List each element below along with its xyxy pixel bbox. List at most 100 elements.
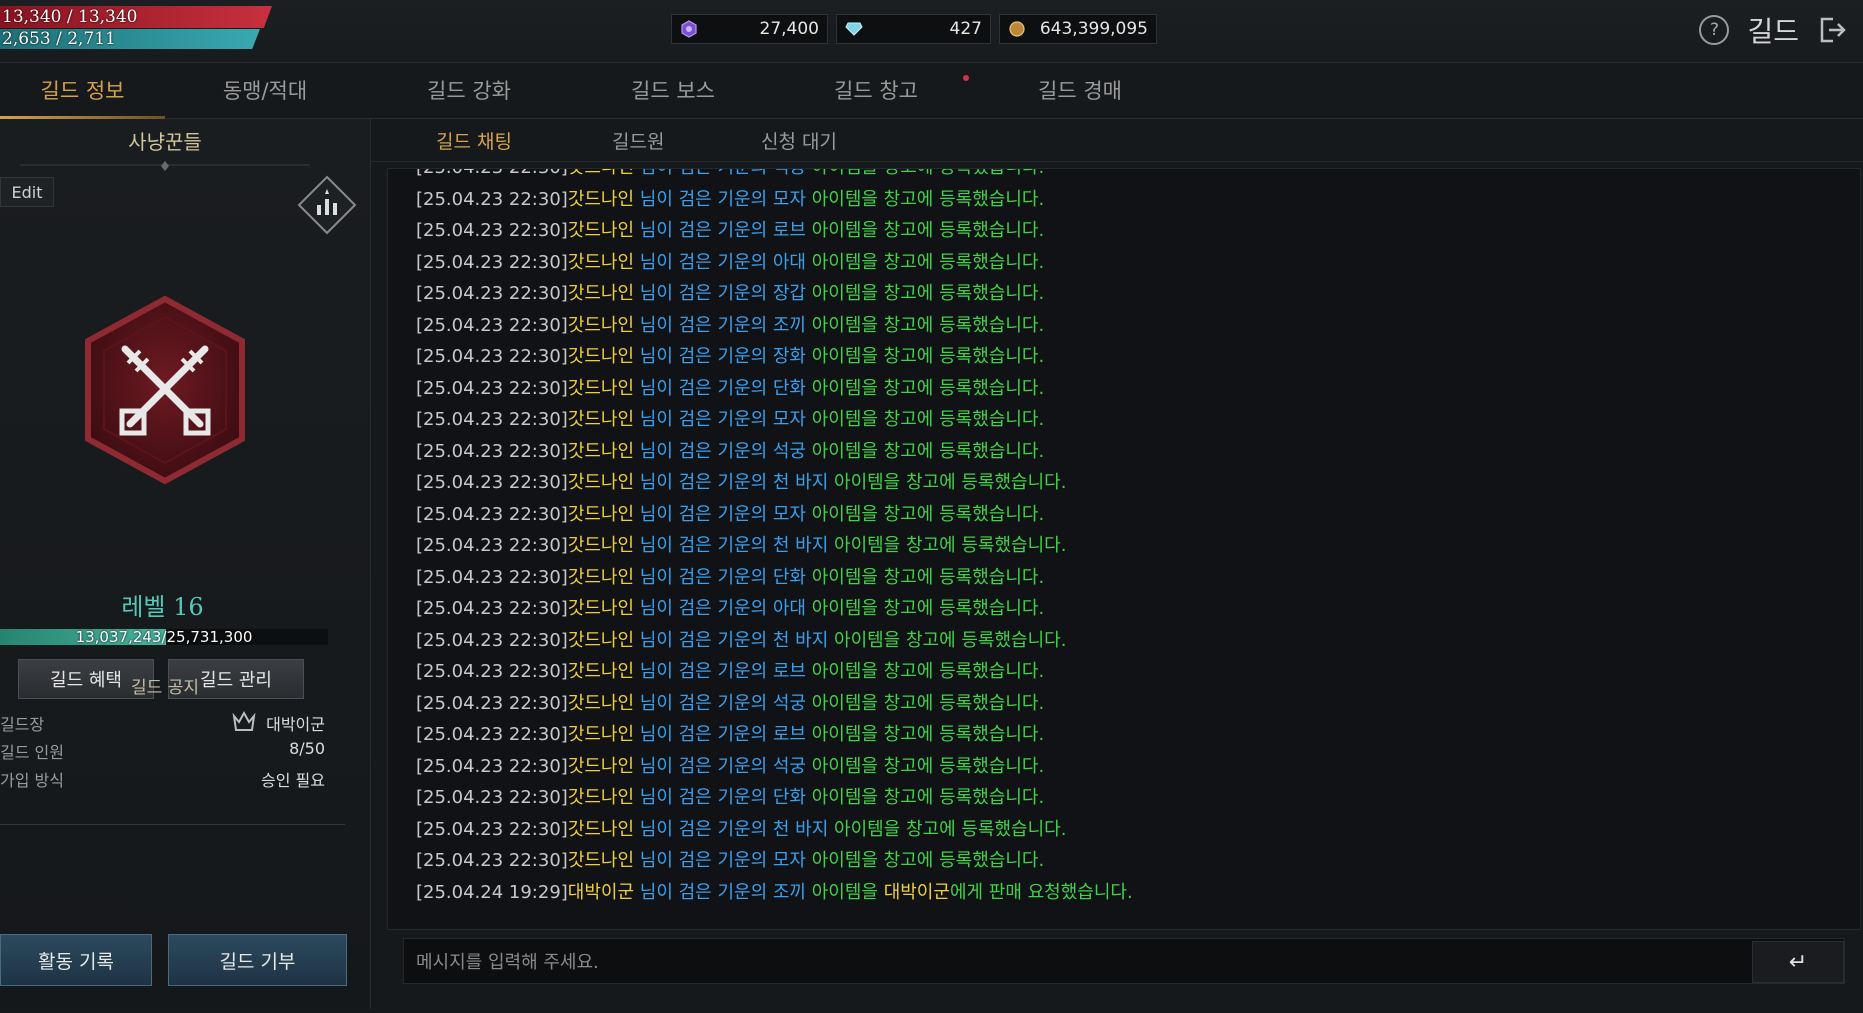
chat-input[interactable] — [414, 939, 1718, 985]
chat-timestamp: [25.04.23 22:30] — [416, 692, 568, 714]
chat-item-name: 검은 기운의 석궁 — [678, 692, 806, 714]
chat-timestamp: [25.04.23 22:30] — [416, 724, 568, 745]
chat-sender: 대박이군 — [567, 881, 635, 903]
chat-message-text: 아이템을 창고에 등록했습니다. — [828, 472, 1067, 493]
chat-sender: 갓드나인 — [567, 188, 635, 210]
chat-timestamp: [25.04.23 22:30] — [416, 755, 568, 777]
tab-guild-boss[interactable]: 길드 보스 — [573, 62, 773, 118]
chat-sender: 갓드나인 — [567, 661, 635, 682]
info-key: 길드 인원 — [0, 743, 64, 762]
subtab-guild-chat[interactable]: 길드 채팅 — [436, 119, 512, 161]
info-row-members: 길드 인원 8/50 — [0, 739, 325, 765]
chat-sender: 갓드나인 — [567, 598, 635, 619]
chat-timestamp: [25.04.23 22:30] — [416, 377, 568, 399]
main-tabs: 길드 정보 동맹/적대 길드 강화 길드 보스 길드 창고 길드 경매 — [0, 62, 1863, 119]
guild-exp-text: 13,037,243/25,731,300 — [75, 628, 253, 646]
tab-guild-storage[interactable]: 길드 창고 — [776, 62, 976, 118]
chat-message: [25.04.23 22:30]갓드나인 님이 검은 기운의 로브 아이템을 창… — [416, 656, 1133, 688]
chat-timestamp: [25.04.23 22:30] — [416, 188, 568, 210]
chat-particle: 님이 — [634, 377, 679, 399]
chat-timestamp: [25.04.23 22:30] — [416, 472, 568, 493]
chat-message: [25.04.23 22:30]갓드나인 님이 검은 기운의 석궁 아이템을 창… — [416, 169, 1133, 184]
notification-dot — [963, 75, 969, 81]
send-button[interactable]: ↵ — [1752, 941, 1844, 983]
chat-timestamp: [25.04.23 22:30] — [416, 440, 568, 462]
chat-item-name: 검은 기운의 조끼 — [678, 314, 806, 336]
chat-timestamp: [25.04.23 22:30] — [416, 629, 568, 651]
chat-item-name: 검은 기운의 석궁 — [678, 755, 806, 777]
chat-lines: [25.04.23 22:30]갓드나인 님이 검은 기운의 석궁 아이템을 창… — [416, 169, 1133, 908]
chat-item-name: 검은 기운의 로브 — [678, 661, 806, 682]
info-value: 대박이군 — [266, 715, 325, 734]
chat-message: [25.04.23 22:30]갓드나인 님이 검은 기운의 천 바지 아이템을… — [416, 625, 1133, 657]
chat-message-text: 아이템을 창고에 등록했습니다. — [806, 566, 1045, 588]
diamond-icon — [843, 18, 865, 40]
chat-particle: 님이 — [634, 724, 679, 745]
guild-exp-bar: 13,037,243/25,731,300 — [0, 629, 328, 645]
tab-guild-upgrade[interactable]: 길드 강화 — [369, 62, 569, 118]
purple-gem-amount: 27,400 — [759, 19, 819, 39]
chat-message-text: 에게 판매 요청했습니다. — [949, 881, 1133, 903]
chat-particle: 님이 — [634, 503, 679, 525]
chat-sender: 갓드나인 — [567, 850, 635, 871]
chat-message-text: 아이템을 창고에 등록했습니다. — [806, 661, 1045, 682]
chat-timestamp: [25.04.23 22:30] — [416, 169, 568, 178]
chat-sender: 갓드나인 — [567, 440, 635, 462]
subtab-pending[interactable]: 신청 대기 — [761, 119, 837, 161]
chat-item-name: 검은 기운의 장갑 — [678, 283, 806, 304]
edit-button[interactable]: Edit — [0, 177, 54, 207]
chat-message: [25.04.23 22:30]갓드나인 님이 검은 기운의 로브 아이템을 창… — [416, 215, 1133, 247]
chat-message-text: 아이템을 창고에 등록했습니다. — [828, 818, 1067, 840]
chat-particle: 님이 — [634, 566, 679, 588]
chat-sender: 갓드나인 — [567, 566, 635, 588]
chat-timestamp: [25.04.23 22:30] — [416, 535, 568, 556]
chat-message-text: 아이템을 창고에 등록했습니다. — [806, 440, 1045, 462]
chat-message: [25.04.23 22:30]갓드나인 님이 검은 기운의 모자 아이템을 창… — [416, 184, 1133, 216]
window-title: 길드 — [1747, 15, 1799, 48]
tab-alliance-hostile[interactable]: 동맹/적대 — [165, 62, 365, 118]
ranking-icon[interactable] — [297, 175, 357, 235]
chat-sender: 갓드나인 — [567, 346, 635, 367]
crown-icon — [232, 710, 256, 731]
chat-message-text: 아이템을 창고에 등록했습니다. — [828, 535, 1067, 556]
chat-message-text: 아이템을 창고에 등록했습니다. — [806, 251, 1045, 273]
chat-log[interactable]: [25.04.23 22:30]갓드나인 님이 검은 기운의 석궁 아이템을 창… — [387, 168, 1861, 930]
exit-icon[interactable] — [1817, 15, 1847, 45]
tab-guild-auction[interactable]: 길드 경매 — [980, 62, 1180, 118]
info-value: 승인 필요 — [261, 771, 325, 790]
guild-notice-label: 길드 공지 — [131, 678, 199, 698]
chat-sender: 갓드나인 — [567, 409, 635, 430]
chat-subtabs: 길드 채팅 길드원 신청 대기 — [371, 119, 1863, 162]
chat-particle: 님이 — [634, 314, 679, 336]
chat-particle: 님이 — [634, 440, 679, 462]
chat-timestamp: [25.04.23 22:30] — [416, 314, 568, 336]
chat-particle: 님이 — [634, 692, 679, 714]
chat-message-text: 아이템을 창고에 등록했습니다. — [806, 377, 1045, 399]
diamond-amount: 427 — [949, 19, 982, 39]
chat-message-text: 아이템을 창고에 등록했습니다. — [806, 220, 1045, 241]
chat-timestamp: [25.04.23 22:30] — [416, 220, 568, 241]
chat-timestamp: [25.04.23 22:30] — [416, 283, 568, 304]
chat-particle: 님이 — [634, 535, 679, 556]
guild-donate-button[interactable]: 길드 기부 — [168, 934, 347, 986]
chat-item-name: 검은 기운의 천 바지 — [678, 818, 829, 840]
mp-text: 2,653 / 2,711 — [2, 29, 116, 49]
chat-particle: 님이 — [634, 472, 679, 493]
tab-guild-info[interactable]: 길드 정보 — [0, 62, 165, 119]
chat-item-name: 검은 기운의 아대 — [678, 598, 806, 619]
chat-sender: 갓드나인 — [567, 724, 635, 745]
guild-name: 사냥꾼들 — [128, 129, 202, 154]
chat-timestamp: [25.04.23 22:30] — [416, 787, 568, 808]
chat-particle: 님이 — [634, 346, 679, 367]
chat-particle: 님이 — [634, 661, 679, 682]
chat-sender: 갓드나인 — [567, 251, 635, 273]
activity-log-button[interactable]: 활동 기록 — [0, 934, 152, 986]
help-icon[interactable]: ? — [1699, 15, 1730, 45]
chat-sender: 갓드나인 — [567, 472, 635, 493]
chat-message-text: 아이템을 창고에 등록했습니다. — [806, 188, 1045, 210]
chat-particle: 님이 — [634, 629, 679, 651]
chat-item-name: 검은 기운의 로브 — [678, 220, 806, 241]
diamond-currency: 427 — [836, 14, 991, 44]
info-key: 길드장 — [0, 715, 45, 734]
subtab-members[interactable]: 길드원 — [612, 119, 664, 161]
